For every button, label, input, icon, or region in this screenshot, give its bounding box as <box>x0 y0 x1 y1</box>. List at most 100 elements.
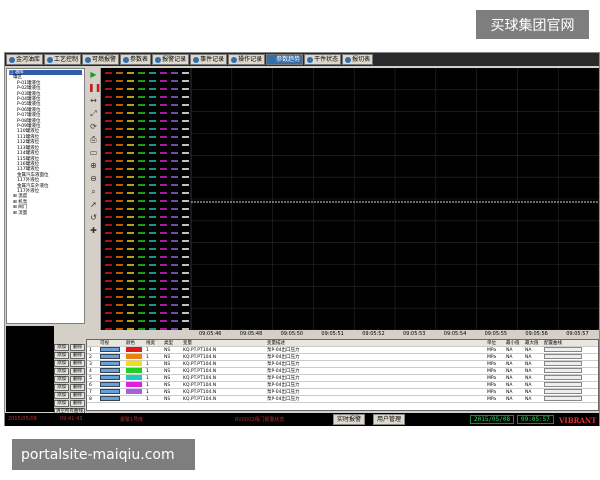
add-curve-button[interactable]: 添加 <box>54 376 69 383</box>
visible-toggle[interactable] <box>100 368 120 373</box>
delete-curve-button[interactable]: 删除 <box>70 400 85 407</box>
axis-scale-tick <box>160 240 167 242</box>
axis-scale-tick <box>127 320 134 322</box>
tab-8[interactable]: 干件状态 <box>304 54 342 65</box>
axis-scale-tick <box>105 80 112 82</box>
cell-desc: 泵P-04出口压力 <box>267 355 300 360</box>
zoom-area-icon[interactable]: ⌕ <box>88 187 99 197</box>
axis-scale-tick <box>160 280 167 282</box>
play-icon[interactable]: ▶ <box>88 70 99 80</box>
tab-6[interactable]: 操作记录 <box>228 54 266 65</box>
config-curve-button[interactable] <box>544 396 582 401</box>
tab-9[interactable]: 报切表 <box>342 54 374 65</box>
axis-scale-tick <box>149 168 156 170</box>
visible-toggle[interactable] <box>100 389 120 394</box>
tree-item[interactable]: ⊞ 流量 <box>9 211 82 216</box>
color-swatch[interactable] <box>126 347 142 352</box>
table-row[interactable]: 2 1 NS KQ.PT.PT104.N 泵P-04出口压力 MPa NA NA <box>87 354 598 361</box>
axis-scale-tick <box>105 224 112 226</box>
trend-chart[interactable] <box>101 68 599 330</box>
color-swatch[interactable] <box>126 368 142 373</box>
config-curve-button[interactable] <box>544 347 582 352</box>
add-curve-button[interactable]: 添加 <box>54 384 69 391</box>
visible-toggle[interactable] <box>100 396 120 401</box>
cell-color <box>124 375 144 381</box>
visible-toggle[interactable] <box>100 361 120 366</box>
zoom-in-icon[interactable]: ⊕ <box>88 161 99 171</box>
visible-toggle[interactable] <box>100 354 120 359</box>
axis-scale-tick <box>182 272 189 274</box>
color-swatch[interactable] <box>126 396 142 401</box>
delete-curve-button[interactable]: 删除 <box>70 392 85 399</box>
axis-scale-tick <box>160 112 167 114</box>
refresh-icon[interactable]: ⟳ <box>88 122 99 132</box>
pause-icon[interactable]: ❚❚ <box>88 83 101 93</box>
table-row[interactable]: 7 1 NS KQ.PT.PT104.N 泵P-04出口压力 MPa NA NA <box>87 389 598 396</box>
table-row[interactable]: 4 1 NS KQ.PT.PT104.N 泵P-04出口压力 MPa NA NA <box>87 368 598 375</box>
tab-4[interactable]: 报警记录 <box>152 54 190 65</box>
user-management-button[interactable]: 用户管理 <box>373 414 406 425</box>
axis-scale-tick <box>182 320 189 322</box>
fit-all-icon[interactable]: ⤢ <box>88 109 99 119</box>
tab-2[interactable]: 可燃报警 <box>82 54 120 65</box>
add-curve-button[interactable]: 添加 <box>54 368 69 375</box>
add-curve-button[interactable]: 添加 <box>54 392 69 399</box>
axis-scale-tick <box>160 144 167 146</box>
tag-tree[interactable]: □ 油库 罐区 P-01罐液位 P-02罐液位 P-03罐液位 P-04罐液位 P-05罐液… <box>6 68 85 324</box>
config-curve-button[interactable] <box>544 361 582 366</box>
config-curve-button[interactable] <box>544 354 582 359</box>
reset-icon[interactable]: ↺ <box>88 213 99 223</box>
cell-type: NS <box>164 390 171 395</box>
color-swatch[interactable] <box>126 375 142 380</box>
axis-scale-tick <box>171 144 178 146</box>
add-curve-button[interactable]: 添加 <box>54 400 69 407</box>
delete-curve-button[interactable]: 删除 <box>70 360 85 367</box>
config-curve-button[interactable] <box>544 382 582 387</box>
blank-icon[interactable]: ▭ <box>88 148 99 158</box>
tab-0[interactable]: 金河油库 <box>6 54 44 65</box>
pointer-icon[interactable]: ➚ <box>88 200 99 210</box>
add-curve-button[interactable]: 添加 <box>54 352 69 359</box>
axis-scale-tick <box>171 104 178 106</box>
fit-width-icon[interactable]: ↔ <box>88 96 99 106</box>
tab-3[interactable]: 参数表 <box>120 54 152 65</box>
color-swatch[interactable] <box>126 382 142 387</box>
cell-no: 8 <box>89 397 92 402</box>
zoom-out-icon[interactable]: ⊖ <box>88 174 99 184</box>
cell-var: KQ.PT.PT104.N <box>183 383 217 388</box>
visible-toggle[interactable] <box>100 382 120 387</box>
table-row[interactable]: 5 1 NS KQ.PT.PT104.N 泵P-04出口压力 MPa NA NA <box>87 375 598 382</box>
config-curve-button[interactable] <box>544 368 582 373</box>
tab-5[interactable]: 事件记录 <box>190 54 228 65</box>
color-swatch[interactable] <box>126 361 142 366</box>
tab-7[interactable]: 参数趋势 <box>266 54 304 65</box>
delete-curve-button[interactable]: 删除 <box>70 376 85 383</box>
table-row[interactable]: 3 1 NS KQ.PT.PT104.N 泵P-04出口压力 MPa NA NA <box>87 361 598 368</box>
crosshair-icon[interactable]: ✚ <box>88 226 99 236</box>
config-curve-button[interactable] <box>544 389 582 394</box>
cell-color <box>124 361 144 367</box>
axis-scale-tick <box>105 152 112 154</box>
visible-toggle[interactable] <box>100 347 120 352</box>
tab-1[interactable]: 工艺控制 <box>44 54 82 65</box>
delete-curve-button[interactable]: 删除 <box>70 344 85 351</box>
table-row[interactable]: 1 1 NS KQ.PT.PT104.N 泵P-04出口压力 MPa NA NA <box>87 347 598 354</box>
table-row[interactable]: 6 1 NS KQ.PT.PT104.N 泵P-04出口压力 MPa NA NA <box>87 382 598 389</box>
cell-desc: 泵P-04出口压力 <box>267 390 300 395</box>
print-icon[interactable]: ⎙ <box>88 135 99 145</box>
delete-curve-button[interactable]: 删除 <box>70 352 85 359</box>
color-swatch[interactable] <box>126 354 142 359</box>
table-row[interactable]: 8 1 NS KQ.PT.PT104.N 泵P-04出口压力 MPa NA NA <box>87 396 598 403</box>
delete-curve-button[interactable]: 删除 <box>70 384 85 391</box>
add-curve-button[interactable]: 添加 <box>54 344 69 351</box>
axis-scale-tick <box>149 312 156 314</box>
axis-scale-tick <box>171 200 178 202</box>
axis-scale-tick <box>160 248 167 250</box>
color-swatch[interactable] <box>126 389 142 394</box>
add-curve-button[interactable]: 添加 <box>54 360 69 367</box>
config-curve-button[interactable] <box>544 375 582 380</box>
visible-toggle[interactable] <box>100 375 120 380</box>
delete-curve-button[interactable]: 删除 <box>70 368 85 375</box>
realtime-alarm-button[interactable]: 实时报警 <box>333 414 366 425</box>
axis-scale-tick <box>182 96 189 98</box>
